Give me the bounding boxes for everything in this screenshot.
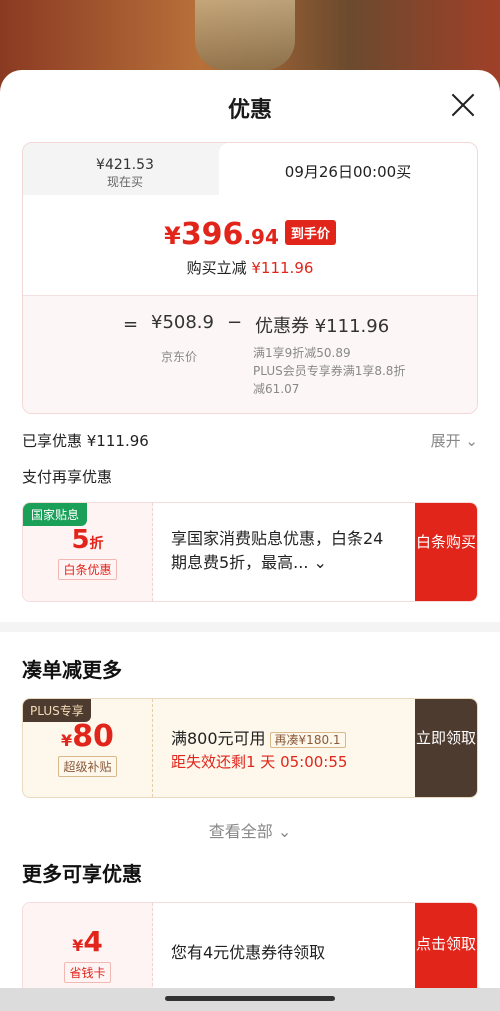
coupon-expire: 距失效还剩1 天 05:00:55 [171,753,348,771]
coupon-sub: 白条优惠 [58,559,117,580]
coupon-desc[interactable]: 享国家消费贴息优惠，白条24期息费5折，最高... ⌄ [171,527,391,575]
price-calculation: = ¥508.9 京东价 − 优惠券 ¥111.96 满1享9折减50.89 P… [23,295,477,413]
baitiao-buy-button[interactable]: 白条购买 [415,503,477,601]
coupon-tag: 国家贴息 [23,503,88,526]
final-price-badge: 到手价 [284,220,336,245]
view-all-link[interactable]: 查看全部 ⌄ [0,818,500,842]
expand-button[interactable]: 展开 ⌄ [431,430,478,451]
section-divider [0,622,500,632]
enjoyed-discount: 已享优惠 ¥111.96 [22,432,149,450]
price-card: ¥421.53 现在买 09月26日00:00买 ¥396.94 到手价 购买立减… [22,142,478,414]
coupon-amount: ¥4 [72,925,103,958]
coupon-detail: 满1享9折减50.89 PLUS会员专享券满1享8.8折减61.07 [253,346,406,396]
sheet-header: 优惠 [0,70,500,142]
coupon-condition: 满800元可用 再凑¥180.1 [171,725,346,749]
section-title: 更多可享优惠 [22,862,142,886]
coupon-desc: 您有4元优惠券待领取 [171,943,326,962]
tab-now-price: ¥421.53 [96,157,154,173]
reduce-value: ¥111.96 [251,259,314,277]
tab-buy-now[interactable]: ¥421.53 现在买 [23,143,227,195]
plus-coupon: ¥80 超级补贴 PLUS专享 满800元可用 再凑¥180.1 距失效还剩1 天… [22,698,478,798]
home-indicator [0,988,500,1011]
jd-price-label: 京东价 [161,350,198,364]
coupon-pill: 再凑¥180.1 [269,732,346,748]
page-title: 优惠 [227,98,272,123]
close-icon[interactable] [448,90,478,120]
coupon-amount: ¥80 [61,719,114,754]
discount-sheet: 优惠 ¥421.53 现在买 09月26日00:00买 ¥396.94 到手价 购… [0,70,500,1011]
jd-price: ¥508.9 [151,312,214,333]
tab-now-label: 现在买 [106,175,143,189]
section-title: 凑单减更多 [22,658,122,682]
product-image [195,0,295,70]
coupon-tag: PLUS专享 [23,699,91,722]
coupon-total: 优惠券 ¥111.96 [255,316,390,337]
reduce-line: 购买立减 ¥111.96 [186,259,314,277]
pay-more-label: 支付再享优惠 [22,468,113,486]
coupon-sub: 省钱卡 [64,962,111,983]
coupon-amount: 5折 [71,525,104,555]
claim-now-button[interactable]: 立即领取 [415,699,477,797]
tab-buy-later[interactable]: 09月26日00:00买 [219,143,477,195]
coupon-sub: 超级补贴 [58,756,117,777]
final-price: ¥396.94 到手价 [23,217,477,252]
national-subsidy-coupon: 5折 白条优惠 国家贴息 享国家消费贴息优惠，白条24期息费5折，最高... ⌄… [22,502,478,602]
home-indicator-bar[interactable] [165,996,335,1001]
